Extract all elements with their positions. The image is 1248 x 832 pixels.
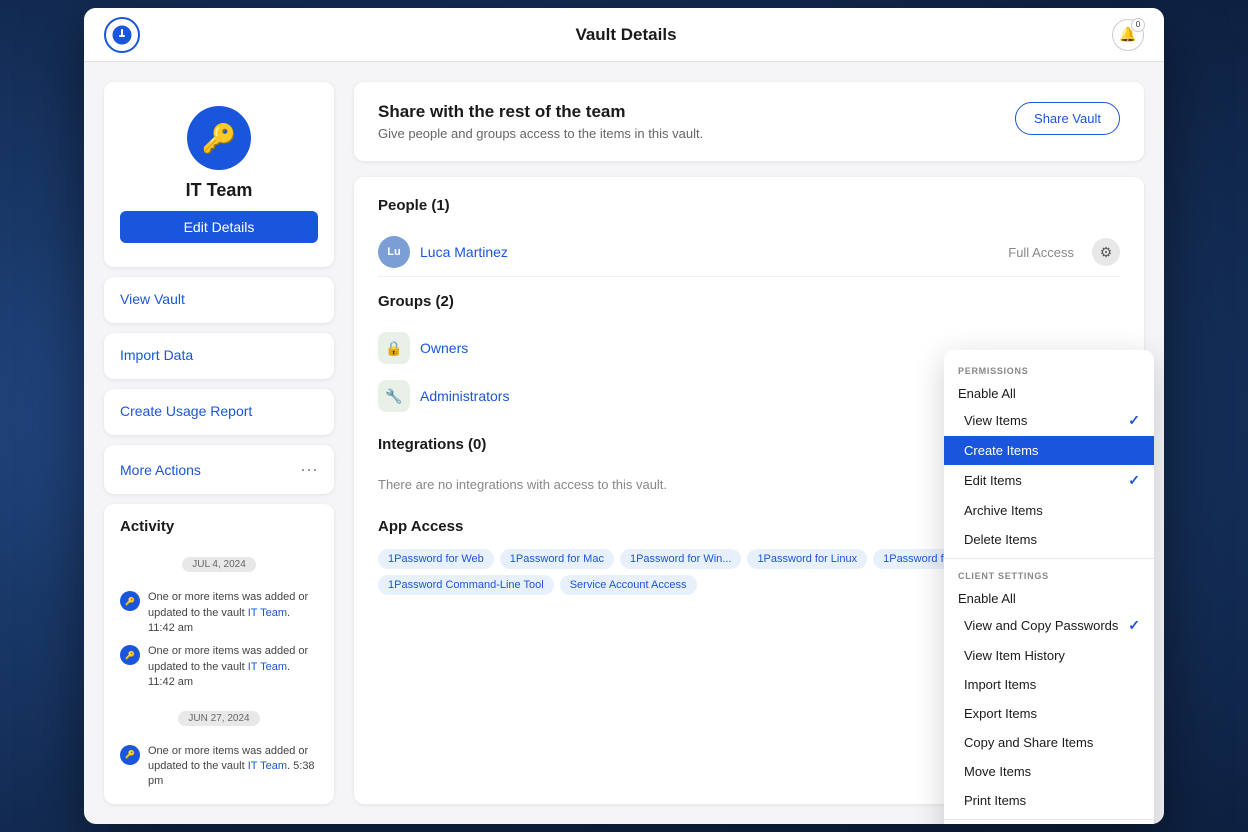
- enable-all-perms[interactable]: Enable All: [944, 380, 1154, 405]
- app-badge-cli: 1Password Command-Line Tool: [378, 575, 554, 595]
- client-view-copy-passwords-check: ✓: [1128, 617, 1140, 634]
- client-copy-share-items[interactable]: Copy and Share Items: [944, 728, 1154, 757]
- client-view-item-history[interactable]: View Item History: [944, 641, 1154, 670]
- app-badge-mac: 1Password for Mac: [500, 549, 614, 569]
- client-export-items[interactable]: Export Items: [944, 699, 1154, 728]
- client-view-copy-passwords[interactable]: View and Copy Passwords ✓: [944, 610, 1154, 641]
- access-level: Full Access: [1008, 245, 1074, 260]
- perm-view-items[interactable]: View Items ✓: [944, 405, 1154, 436]
- main-content: 🔑 IT Team Edit Details View Vault Import…: [84, 62, 1164, 824]
- app-window: Vault Details 🔔 0 🔑 IT Team Edit Details…: [84, 8, 1164, 824]
- vault-icon: 🔑: [187, 106, 251, 170]
- perm-archive-items[interactable]: Archive Items: [944, 496, 1154, 525]
- share-section: Share with the rest of the team Give peo…: [354, 82, 1144, 161]
- perm-create-items[interactable]: Create Items: [944, 436, 1154, 465]
- more-actions-link[interactable]: More Actions: [120, 462, 201, 478]
- team-link-1[interactable]: IT Team: [248, 607, 287, 619]
- user-avatar: Lu: [378, 236, 410, 268]
- groups-section-title: Groups (2): [378, 293, 1120, 310]
- client-view-item-history-label: View Item History: [964, 648, 1065, 663]
- main-panel: Share with the rest of the team Give peo…: [354, 82, 1144, 804]
- activity-section: Activity JUL 4, 2024 🔑 One or more items…: [104, 504, 334, 804]
- perm-edit-items-check: ✓: [1128, 472, 1140, 489]
- perm-create-items-label: Create Items: [964, 443, 1038, 458]
- people-section-title: People (1): [378, 197, 1120, 214]
- view-vault-link[interactable]: View Vault: [120, 291, 185, 307]
- administrators-avatar: 🔧: [378, 380, 410, 412]
- sidebar-item-more-actions[interactable]: More Actions ···: [104, 445, 334, 494]
- edit-details-button[interactable]: Edit Details: [120, 211, 318, 243]
- people-row-1: Lu Luca Martinez Full Access ⚙: [378, 228, 1120, 277]
- client-import-items[interactable]: Import Items: [944, 670, 1154, 699]
- timeline-text-3: One or more items was added or updated t…: [148, 744, 318, 790]
- timeline-icon-3: 🔑: [120, 745, 140, 765]
- client-move-items-label: Move Items: [964, 764, 1031, 779]
- client-print-items-label: Print Items: [964, 793, 1026, 808]
- header: Vault Details 🔔 0: [84, 8, 1164, 62]
- perm-archive-items-label: Archive Items: [964, 503, 1043, 518]
- client-move-items[interactable]: Move Items: [944, 757, 1154, 786]
- app-logo[interactable]: [104, 17, 140, 53]
- perm-delete-items[interactable]: Delete Items: [944, 525, 1154, 554]
- dropdown-divider-2: [944, 819, 1154, 820]
- client-import-items-label: Import Items: [964, 677, 1036, 692]
- owners-avatar: 🔒: [378, 332, 410, 364]
- share-text: Share with the rest of the team Give peo…: [378, 102, 703, 141]
- permissions-section-label: PERMISSIONS: [944, 358, 1154, 380]
- page-title: Vault Details: [575, 25, 676, 45]
- date-row-1: JUL 4, 2024: [120, 551, 318, 578]
- share-vault-button[interactable]: Share Vault: [1015, 102, 1120, 135]
- timeline-text-2: One or more items was added or updated t…: [148, 644, 318, 690]
- owners-link[interactable]: Owners: [420, 340, 468, 356]
- dropdown-divider-1: [944, 558, 1154, 559]
- client-print-items[interactable]: Print Items: [944, 786, 1154, 815]
- date-badge-1: JUL 4, 2024: [182, 557, 256, 572]
- share-title: Share with the rest of the team: [378, 102, 703, 122]
- perm-view-items-label: View Items: [964, 413, 1027, 428]
- app-badge-web: 1Password for Web: [378, 549, 494, 569]
- client-settings-label: CLIENT SETTINGS: [944, 563, 1154, 585]
- perm-view-items-check: ✓: [1128, 412, 1140, 429]
- team-link-2[interactable]: IT Team: [248, 661, 287, 673]
- sidebar: 🔑 IT Team Edit Details View Vault Import…: [104, 82, 334, 804]
- activity-timeline: JUL 4, 2024 🔑 One or more items was adde…: [120, 545, 318, 790]
- perm-delete-items-label: Delete Items: [964, 532, 1037, 547]
- notification-badge: 0: [1131, 18, 1145, 32]
- date-badge-2: JUN 27, 2024: [178, 711, 259, 726]
- timeline-item-2: 🔑 One or more items was added or updated…: [120, 644, 318, 690]
- gear-button[interactable]: ⚙: [1092, 238, 1120, 266]
- notification-bell[interactable]: 🔔 0: [1112, 19, 1144, 51]
- administrators-link[interactable]: Administrators: [420, 388, 509, 404]
- timeline-item-1: 🔑 One or more items was added or updated…: [120, 590, 318, 636]
- activity-title: Activity: [120, 518, 318, 535]
- create-usage-report-link[interactable]: Create Usage Report: [120, 403, 252, 419]
- more-dots-icon: ···: [300, 459, 318, 480]
- permissions-dropdown: PERMISSIONS Enable All View Items ✓ Crea…: [944, 350, 1154, 824]
- vault-card: 🔑 IT Team Edit Details: [104, 82, 334, 267]
- client-copy-share-items-label: Copy and Share Items: [964, 735, 1093, 750]
- sidebar-item-import-data[interactable]: Import Data: [104, 333, 334, 379]
- timeline-item-3: 🔑 One or more items was added or updated…: [120, 744, 318, 790]
- sidebar-item-create-usage-report[interactable]: Create Usage Report: [104, 389, 334, 435]
- enable-all-client[interactable]: Enable All: [944, 585, 1154, 610]
- sidebar-item-view-vault[interactable]: View Vault: [104, 277, 334, 323]
- app-badge-linux: 1Password for Linux: [747, 549, 867, 569]
- team-link-3[interactable]: IT Team: [248, 760, 287, 772]
- vault-name: IT Team: [186, 180, 253, 201]
- date-row-2: JUN 27, 2024: [120, 705, 318, 732]
- person-name-link[interactable]: Luca Martinez: [420, 244, 998, 260]
- timeline-icon-2: 🔑: [120, 645, 140, 665]
- perm-edit-items-label: Edit Items: [964, 473, 1022, 488]
- share-description: Give people and groups access to the ite…: [378, 126, 703, 141]
- client-view-copy-passwords-label: View and Copy Passwords: [964, 618, 1118, 633]
- timeline-text-1: One or more items was added or updated t…: [148, 590, 318, 636]
- perm-edit-items[interactable]: Edit Items ✓: [944, 465, 1154, 496]
- client-export-items-label: Export Items: [964, 706, 1037, 721]
- import-data-link[interactable]: Import Data: [120, 347, 193, 363]
- timeline-icon-1: 🔑: [120, 591, 140, 611]
- app-badge-win: 1Password for Win...: [620, 549, 741, 569]
- app-badge-service: Service Account Access: [560, 575, 697, 595]
